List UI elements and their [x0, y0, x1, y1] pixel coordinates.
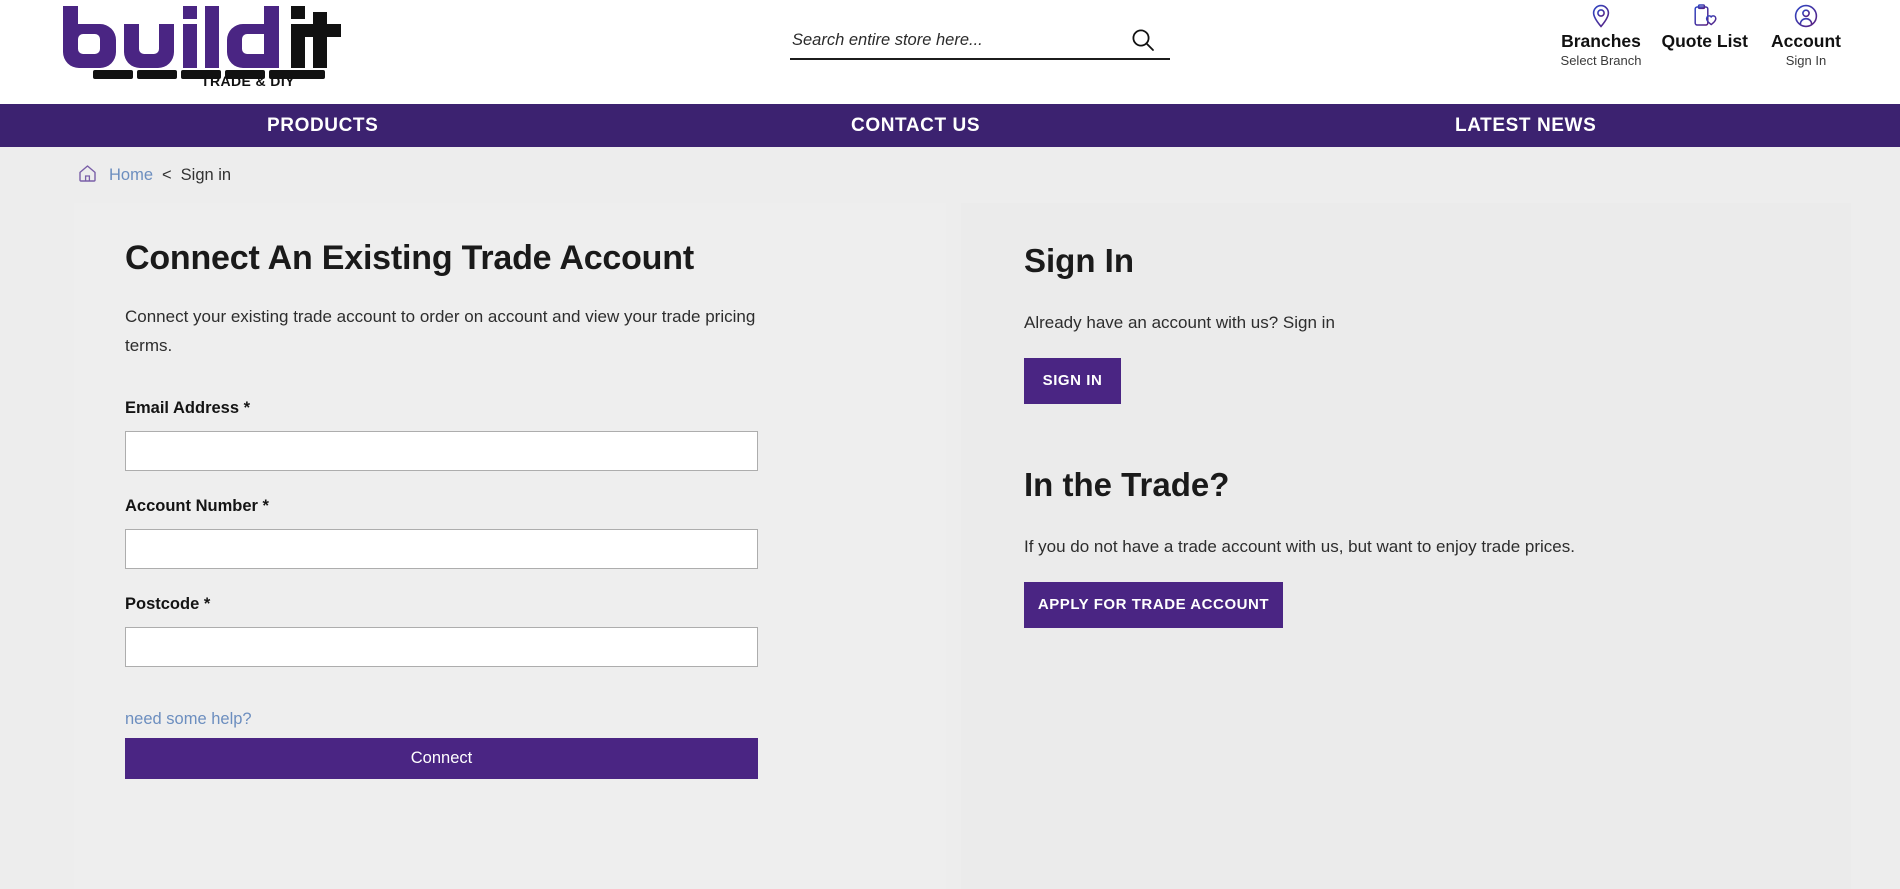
site-logo[interactable]: TRADE & DIY	[55, 2, 367, 88]
clipboard-heart-icon	[1692, 4, 1718, 28]
account-number-input[interactable]	[125, 529, 758, 569]
field-email-address: Email Address *	[125, 397, 946, 471]
signin-title: Sign In	[1024, 242, 1134, 279]
field-label-account-number: Account Number *	[125, 497, 269, 515]
header-link-title: Branches	[1561, 31, 1641, 51]
breadcrumb: Home < Sign in	[0, 147, 1900, 203]
breadcrumb-home[interactable]: Home	[109, 166, 153, 185]
search-input[interactable]	[790, 24, 1130, 56]
header-link-title: Account	[1771, 31, 1841, 51]
nav-item-contact-us[interactable]: CONTACT US	[851, 104, 980, 147]
header-link-sub: Sign In	[1785, 53, 1827, 68]
header-link-branches[interactable]: Branches Select Branch	[1551, 4, 1652, 70]
search-bar	[790, 24, 1170, 60]
user-circle-icon	[1794, 4, 1818, 28]
breadcrumb-current: Sign in	[180, 165, 232, 184]
header-link-sub: Select Branch	[1560, 53, 1642, 68]
field-postcode: Postcode *	[125, 593, 946, 667]
field-label-email: Email Address *	[125, 399, 251, 417]
page-title: Connect An Existing Trade Account	[125, 239, 694, 277]
email-input[interactable]	[125, 431, 758, 471]
svg-text:TRADE & DIY: TRADE & DIY	[201, 73, 295, 88]
header-link-quote-list[interactable]: Quote List	[1651, 4, 1758, 52]
main-content: Connect An Existing Trade Account Connec…	[0, 203, 1900, 889]
sign-in-button[interactable]: SIGN IN	[1024, 358, 1121, 404]
main-navigation: PRODUCTS CONTACT US LATEST NEWS	[0, 104, 1900, 147]
postcode-input[interactable]	[125, 627, 758, 667]
nav-item-products[interactable]: PRODUCTS	[267, 104, 378, 147]
breadcrumb-separator: <	[162, 165, 172, 184]
connect-trade-account-panel: Connect An Existing Trade Account Connec…	[74, 203, 946, 889]
connect-button[interactable]: Connect	[125, 738, 758, 779]
search-icon[interactable]	[1130, 27, 1156, 53]
header-link-title: Quote List	[1661, 31, 1748, 51]
header-link-account[interactable]: Account Sign In	[1758, 4, 1854, 70]
apply-for-trade-account-button[interactable]: APPLY FOR TRADE ACCOUNT	[1024, 582, 1283, 628]
connect-description: Connect your existing trade account to o…	[125, 307, 756, 355]
trade-description: If you do not have a trade account with …	[1024, 537, 1575, 556]
nav-item-latest-news[interactable]: LATEST NEWS	[1455, 104, 1596, 147]
need-help-link[interactable]: need some help?	[125, 709, 252, 729]
in-the-trade-section: In the Trade? If you do not have a trade…	[1024, 465, 1851, 628]
home-icon[interactable]	[78, 164, 97, 187]
trade-title: In the Trade?	[1024, 466, 1230, 503]
builditlogo-icon: TRADE & DIY	[63, 6, 341, 88]
signin-description: Already have an account with us? Sign in	[1024, 313, 1335, 332]
field-account-number: Account Number *	[125, 495, 946, 569]
map-pin-icon	[1590, 4, 1612, 28]
magnifier-icon	[1132, 29, 1154, 51]
header-utility-links: Branches Select Branch Quote List Accoun…	[1551, 4, 1854, 70]
field-label-postcode: Postcode *	[125, 595, 211, 613]
site-header: TRADE & DIY Search entire store here... …	[0, 0, 1900, 104]
sidebar-panel: Sign In Already have an account with us?…	[961, 203, 1851, 889]
